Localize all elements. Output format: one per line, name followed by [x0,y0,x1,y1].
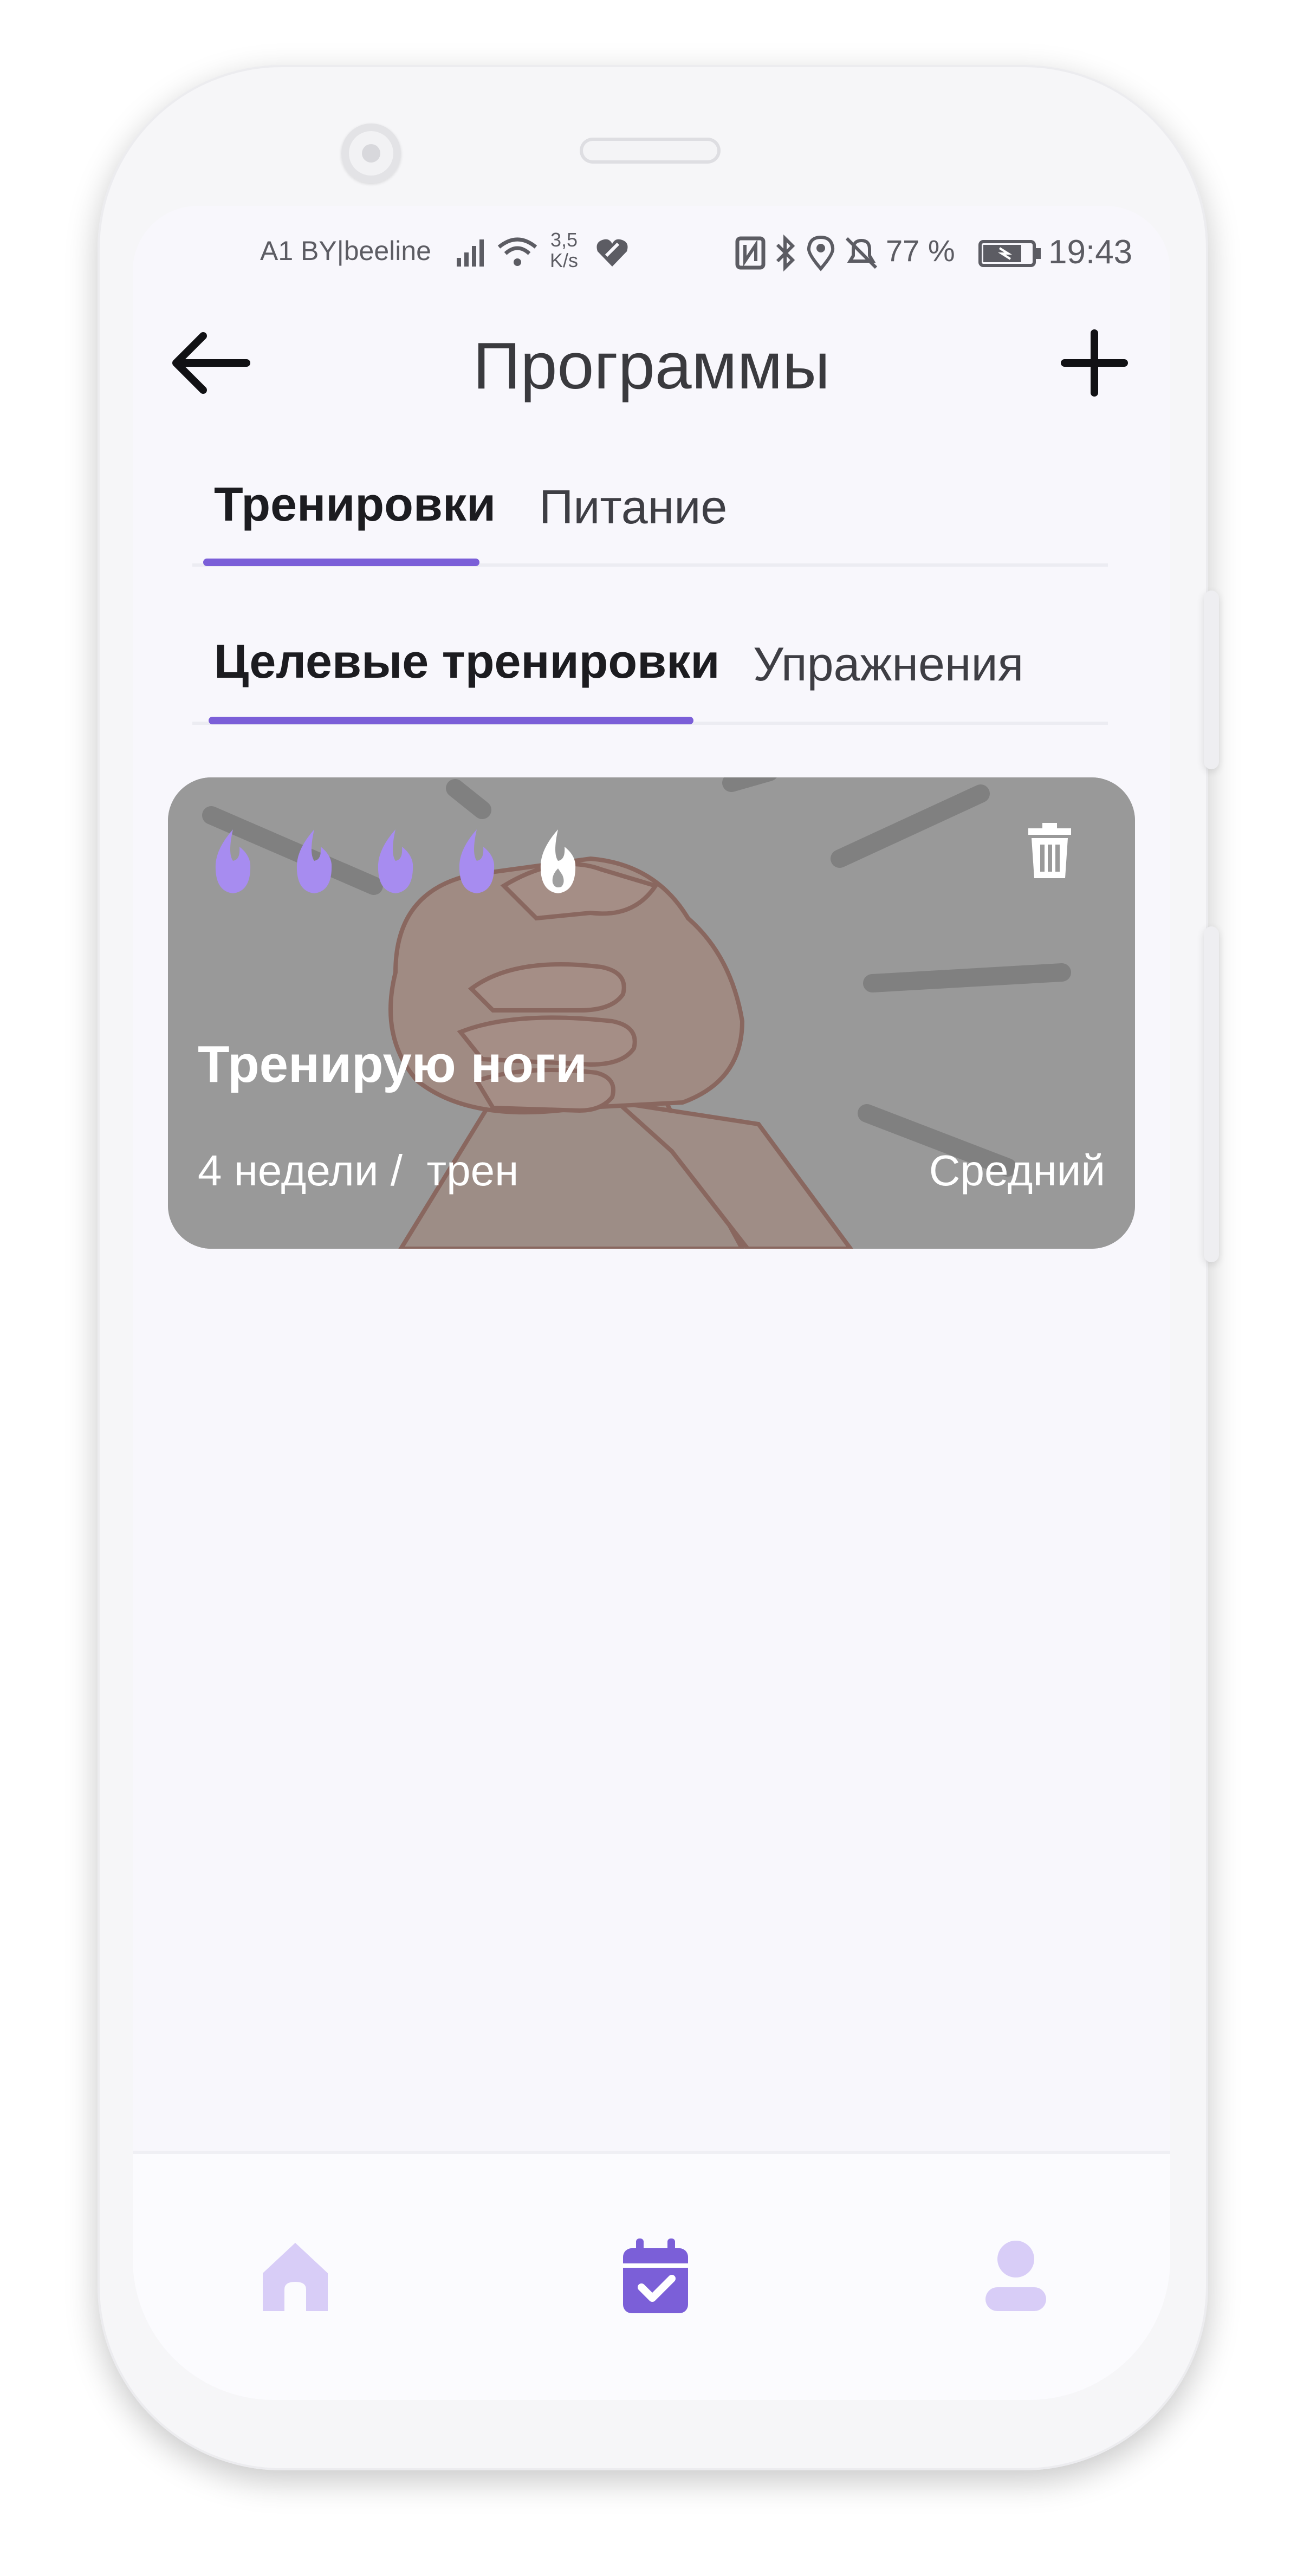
meta-separator: / [390,1146,403,1195]
power-button [1204,926,1219,1262]
page-title: Программы [472,329,831,403]
nfc-icon [735,236,766,270]
program-weeks: 4 недели [198,1146,379,1195]
tab-target-workouts-indicator [209,717,693,724]
network-speed-unit: K/s [550,249,579,271]
battery-charging-icon [978,240,1041,267]
status-bar: A1 BY|beeline 3,5 K/s 77 % 19:43 [133,228,1170,276]
trash-icon[interactable] [1024,821,1075,880]
front-camera [341,124,401,183]
flame-icon [296,829,332,893]
network-speed-value: 3,5 [550,229,578,251]
network-speed: 3,5 K/s [550,230,578,271]
tab-exercises[interactable]: Упражнения [753,637,1023,692]
program-title: Тренирую ноги [198,1035,588,1093]
bluetooth-icon [776,234,795,272]
flame-icon [378,829,413,893]
intensity-rating [206,826,585,902]
tab-nutrition[interactable]: Питание [539,479,727,535]
volume-button [1204,591,1219,769]
program-unit: трен [426,1146,519,1195]
tab-target-workouts[interactable]: Целевые тренировки [214,634,719,689]
flame-icon [540,829,576,893]
home-icon[interactable] [257,2235,333,2317]
earpiece-speaker [580,138,721,164]
app-screen: A1 BY|beeline 3,5 K/s 77 % 19:43 Програм… [133,206,1170,2400]
profile-icon[interactable] [978,2235,1054,2317]
calendar-check-icon[interactable] [618,2235,693,2317]
clock: 19:43 [1048,233,1133,271]
signal-icon [457,239,484,267]
battery-percent: 77 % [886,233,955,268]
tab-workouts[interactable]: Тренировки [214,477,496,532]
tab-workouts-indicator [203,559,479,566]
bottom-navigation [133,2151,1170,2400]
heart-link-icon [596,239,628,267]
flame-icon [215,829,251,893]
plus-icon[interactable] [1054,322,1135,404]
wifi-icon [497,237,537,266]
location-icon [807,235,835,271]
bell-off-icon [845,237,878,269]
carrier-label: A1 BY|beeline [260,236,431,266]
program-duration: 4 недели / трен [198,1146,518,1196]
flame-icon [459,829,495,893]
program-card[interactable]: Тренирую ноги 4 недели / трен Средний [168,777,1135,1249]
program-level: Средний [929,1146,1105,1195]
